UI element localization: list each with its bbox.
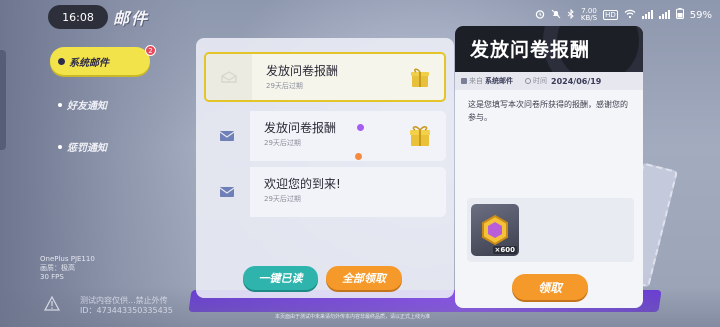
sidebar-item-friend-notice[interactable]: 好友通知 <box>58 97 107 112</box>
sender-icon <box>461 78 467 84</box>
bullet-icon <box>58 57 65 65</box>
mail-body: 这是您填写本次问卷所获得的报酬，感谢您的参与。 <box>468 100 628 122</box>
sidebar-handle[interactable] <box>0 50 6 150</box>
mail-list-panel: 发放问卷报酬 29天后过期 发放问卷报酬 29天后过期 欢迎您的到来! 29天后… <box>196 38 454 298</box>
debug-overlay: OnePlus PJE110 画质：极高 30 FPS <box>40 255 95 282</box>
bullet-icon <box>58 144 62 149</box>
network-speed: 7.00 KB/S <box>581 8 597 22</box>
bluetooth-icon <box>567 8 575 22</box>
envelope-icon <box>219 187 235 197</box>
sparkle-particle <box>357 124 364 131</box>
bullet-icon <box>58 102 62 107</box>
mail-icon-box <box>204 167 250 217</box>
detail-meta: 来自 系统邮件 时间 2024/06/19 <box>455 72 643 90</box>
mail-expiry: 29天后过期 <box>266 82 303 90</box>
battery-icon <box>675 8 684 22</box>
sparkle-particle <box>355 153 362 160</box>
sender-name: 系统邮件 <box>485 77 513 85</box>
gift-icon <box>411 68 429 87</box>
mail-title: 发放问卷报酬 <box>266 64 339 78</box>
warning-text: 测试内容仅供...禁止外传 ID：473443350335435 <box>80 296 173 316</box>
reward-item[interactable]: ×600 <box>471 204 519 256</box>
detail-header: 发放问卷报酬 <box>455 26 643 72</box>
sidebar-item-system-mail[interactable]: 系统邮件 <box>50 47 150 75</box>
from-label: 来自 <box>469 77 483 85</box>
claim-button[interactable]: 领取 <box>512 274 588 300</box>
mute-icon <box>551 9 561 22</box>
mail-date: 2024/06/19 <box>551 76 602 86</box>
signal-icon <box>641 9 653 22</box>
clock-icon <box>525 78 531 84</box>
hd-icon: HD <box>603 10 618 20</box>
read-all-button[interactable]: 一键已读 <box>243 266 318 290</box>
mail-expiry: 29天后过期 <box>264 139 301 147</box>
reward-quantity: ×600 <box>492 246 517 254</box>
mail-title: 发放问卷报酬 <box>264 121 337 135</box>
clock: 16:08 <box>48 5 108 29</box>
quality-text: 画质：极高 <box>40 264 75 272</box>
time-label: 时间 <box>533 77 547 85</box>
mail-icon-box <box>204 111 250 161</box>
claim-all-button[interactable]: 全部领取 <box>326 266 402 290</box>
mail-expiry: 29天后过期 <box>264 195 301 203</box>
sidebar-item-penalty-notice[interactable]: 惩罚通知 <box>58 139 107 154</box>
envelope-icon <box>219 131 235 141</box>
sidebar: 系统邮件 2 好友通知 惩罚通知 <box>0 40 190 170</box>
mail-title: 欢迎您的到来! <box>264 177 341 191</box>
network-speed-unit: KB/S <box>580 14 598 22</box>
reward-box: ×600 <box>467 198 634 262</box>
sidebar-item-label: 好友通知 <box>67 101 107 112</box>
wifi-icon <box>624 9 636 22</box>
device-name: OnePlus PJE110 <box>40 255 95 263</box>
page-title: 邮件 <box>113 9 150 28</box>
detail-title: 发放问卷报酬 <box>470 39 591 61</box>
gift-icon <box>410 126 430 146</box>
unread-badge: 2 <box>145 45 156 56</box>
sidebar-item-label: 系统邮件 <box>69 57 109 69</box>
warning-line: 测试内容仅供...禁止外传 <box>80 296 168 305</box>
warning-icon <box>44 296 60 311</box>
mail-detail-panel: 发放问卷报酬 来自 系统邮件 时间 2024/06/19 这是您填写本次问卷所获… <box>455 26 643 308</box>
mail-item[interactable]: 欢迎您的到来! 29天后过期 <box>204 167 446 217</box>
mail-icon-box <box>206 54 252 100</box>
mail-item[interactable]: 发放问卷报酬 29天后过期 <box>204 111 446 161</box>
fps-text: 30 FPS <box>40 273 64 281</box>
status-icons: 7.00 KB/S HD 59% <box>535 8 712 22</box>
footer-disclaimer: 本页面由于测试中未来请勿外传本内容非最终品质，请以正式上线为准 <box>275 314 431 320</box>
envelope-open-icon <box>221 71 237 83</box>
sidebar-item-label: 惩罚通知 <box>67 143 107 154</box>
signal-icon-2 <box>658 9 670 22</box>
warning-id: ID：473443350335435 <box>80 306 173 315</box>
alarm-icon <box>535 9 545 22</box>
battery-level: 59% <box>689 9 712 21</box>
mail-item[interactable]: 发放问卷报酬 29天后过期 <box>204 52 446 102</box>
